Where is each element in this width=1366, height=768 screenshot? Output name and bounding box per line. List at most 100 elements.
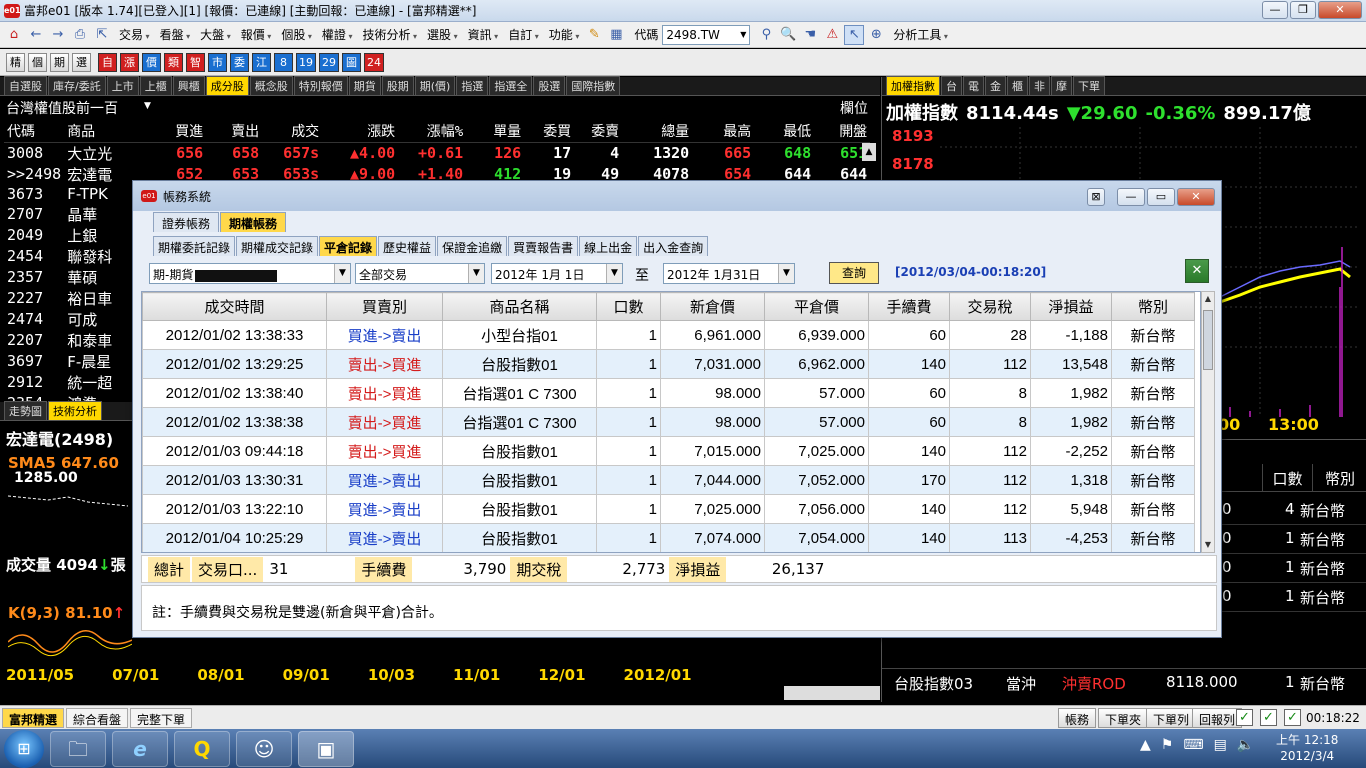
export-excel-icon[interactable]: ✕ <box>1185 259 1209 283</box>
quick-button[interactable]: 市 <box>208 52 227 72</box>
maximize-button[interactable]: ❐ <box>1290 1 1316 19</box>
index-tab[interactable]: 台 <box>941 76 962 95</box>
quick-button[interactable]: 江 <box>252 52 271 72</box>
workspace-tab[interactable]: 完整下單 <box>130 707 193 728</box>
table-row[interactable]: 2012/01/03 13:22:10 買進->賣出 台股指數01 1 7,025.00… <box>142 494 1195 524</box>
chevron-down-icon[interactable]: ▼ <box>606 264 622 283</box>
quote-column-header[interactable]: 買進 <box>138 121 207 143</box>
pointer-icon[interactable]: ↖ <box>844 24 865 45</box>
menu-item[interactable]: 功能 <box>544 26 585 43</box>
quote-column-header[interactable]: 成交 <box>262 121 323 143</box>
table-row[interactable]: 台股指數03 當沖 沖賣ROD 8118.000 1 新台幣 <box>882 668 1366 694</box>
table-row[interactable]: 3008 大立光 656 658 657s ▲4.00 +0.61 126 17 4 1320 665… <box>4 142 870 164</box>
query-button[interactable]: 查詢 <box>829 262 879 284</box>
menu-item[interactable]: 個股 <box>276 26 317 43</box>
pin-icon[interactable]: ⊠ <box>1087 188 1105 206</box>
index-tab[interactable]: 非 <box>1029 76 1050 95</box>
quote-tab[interactable]: 概念股 <box>249 76 293 95</box>
dialog-subtab[interactable]: 買賣報告書 <box>508 236 579 256</box>
checkbox-2[interactable]: ✓ <box>1260 709 1277 726</box>
grid-column-header[interactable]: 口數 <box>596 292 661 321</box>
quote-column-header[interactable]: 開盤 <box>814 121 871 143</box>
start-button[interactable]: ⊞ <box>4 729 44 768</box>
back-icon[interactable]: ← <box>26 25 46 45</box>
quote-column-header[interactable]: 最高 <box>692 121 755 143</box>
device-icon[interactable]: ⌨ <box>1183 737 1203 753</box>
table-row[interactable]: 2012/01/03 09:44:18 賣出->買進 台股指數01 1 7,015.00… <box>142 436 1195 466</box>
binoculars-icon[interactable]: ⚲ <box>756 25 776 45</box>
checkbox-3[interactable]: ✓ <box>1284 709 1301 726</box>
home-icon[interactable]: ⌂ <box>4 25 24 45</box>
menu-item[interactable]: 交易 <box>114 26 155 43</box>
grid-column-header[interactable]: 成交時間 <box>142 292 327 321</box>
print-icon[interactable]: ⎙ <box>70 25 90 45</box>
chevron-down-icon[interactable]: ▼ <box>778 264 794 283</box>
status-button[interactable]: 帳務 <box>1058 708 1097 728</box>
quote-tab[interactable]: 上櫃 <box>139 76 172 95</box>
quote-column-header[interactable]: 代碼 <box>4 121 65 143</box>
quote-tab[interactable]: 指選全 <box>489 76 533 95</box>
scroll-thumb[interactable] <box>1203 310 1213 370</box>
account-select[interactable]: 期-期貨 ▼ <box>149 263 351 284</box>
calculator-icon[interactable]: ▦ <box>606 25 626 45</box>
edit-icon[interactable]: ✎ <box>584 25 604 45</box>
quick-button[interactable]: 自 <box>98 52 117 72</box>
quick-button[interactable]: 19 <box>296 52 316 72</box>
dialog-subtab[interactable]: 出入金查詢 <box>638 236 709 256</box>
quick-button[interactable]: 委 <box>230 52 249 72</box>
quote-column-header[interactable]: 漲幅% <box>398 121 467 143</box>
minimize-button[interactable]: — <box>1262 1 1288 19</box>
dialog-subtab[interactable]: 期權成交記錄 <box>236 236 319 256</box>
grid-column-header[interactable]: 新倉價 <box>660 292 765 321</box>
quick-button[interactable]: 選 <box>72 52 91 72</box>
group-title[interactable]: 台灣權值股前一百 <box>6 98 118 118</box>
quote-column-header[interactable]: 委買 <box>524 121 575 143</box>
dialog-tab[interactable]: 證券帳務 <box>153 212 220 232</box>
messenger-icon[interactable]: ☺ <box>236 730 292 767</box>
quick-button[interactable]: 24 <box>364 52 384 72</box>
quote-column-header[interactable]: 漲跌 <box>322 121 399 143</box>
table-row[interactable]: 2012/01/04 10:25:29 買進->賣出 台股指數01 1 7,074.00… <box>142 523 1195 552</box>
alert-icon[interactable]: ⚠ <box>822 25 842 45</box>
grid-column-header[interactable]: 平倉價 <box>764 292 869 321</box>
status-button[interactable]: 回報列 <box>1192 708 1243 728</box>
status-button[interactable]: 下單夾 <box>1098 708 1149 728</box>
forward-icon[interactable]: → <box>48 25 68 45</box>
menu-analysis-tools[interactable]: 分析工具 <box>888 26 953 43</box>
analysis-icon[interactable]: ⊕ <box>866 25 886 45</box>
chart-tab[interactable]: 走勢圖 <box>4 401 47 420</box>
code-input[interactable]: 2498.TW ▼ <box>662 24 751 45</box>
grid-scrollbar[interactable]: ▲ ▼ <box>1201 291 1215 553</box>
search-icon[interactable]: 🔍 <box>778 25 798 45</box>
dialog-minimize-button[interactable]: — <box>1117 188 1145 206</box>
trade-type-select[interactable]: 全部交易 ▼ <box>355 263 485 284</box>
quote-tab[interactable]: 期(價) <box>414 76 456 95</box>
chevron-down-icon[interactable]: ▼ <box>468 264 484 283</box>
order-list-tab[interactable]: 價差 <box>1242 440 1266 457</box>
hand-icon[interactable]: ☚ <box>800 25 820 45</box>
dialog-maximize-button[interactable]: ▭ <box>1147 188 1175 206</box>
scroll-down-arrow[interactable]: ▼ <box>1202 538 1214 552</box>
taskbar-clock[interactable]: 上午 12:18 2012/3/4 <box>1276 732 1338 764</box>
quote-tab[interactable]: 期貨 <box>348 76 381 95</box>
index-tab[interactable]: 金 <box>985 76 1006 95</box>
scroll-up-arrow[interactable]: ▲ <box>862 143 876 161</box>
explorer-icon[interactable]: 🗀 <box>50 730 106 767</box>
scroll-up-arrow[interactable]: ▲ <box>1202 292 1214 306</box>
index-tab[interactable]: 加權指數 <box>886 76 940 95</box>
workspace-tab[interactable]: 富邦精選 <box>2 707 65 728</box>
date-to-picker[interactable]: 2012年 1月31日 ▼ <box>663 263 795 284</box>
close-button[interactable]: ✕ <box>1318 1 1362 19</box>
quick-button[interactable]: 8 <box>274 52 293 72</box>
quick-button[interactable]: 個 <box>28 52 47 72</box>
table-row[interactable]: 2012/01/02 13:29:25 賣出->買進 台股指數01 1 7,031.00… <box>142 349 1195 379</box>
table-row[interactable]: 2012/01/02 13:38:40 賣出->買進 台指選01 C 7300 1 98… <box>142 378 1195 408</box>
menu-item[interactable]: 報價 <box>236 26 277 43</box>
quote-tab[interactable]: 庫存/委託 <box>48 76 106 95</box>
fubon-app-icon[interactable]: ▣ <box>298 730 354 767</box>
quote-column-header[interactable]: 委賣 <box>574 121 623 143</box>
grid-column-header[interactable]: 淨損益 <box>1030 292 1112 321</box>
grid-column-header[interactable]: 幣別 <box>1111 292 1195 321</box>
quote-tab[interactable]: 股選 <box>533 76 566 95</box>
menu-item[interactable]: 權證 <box>317 26 358 43</box>
